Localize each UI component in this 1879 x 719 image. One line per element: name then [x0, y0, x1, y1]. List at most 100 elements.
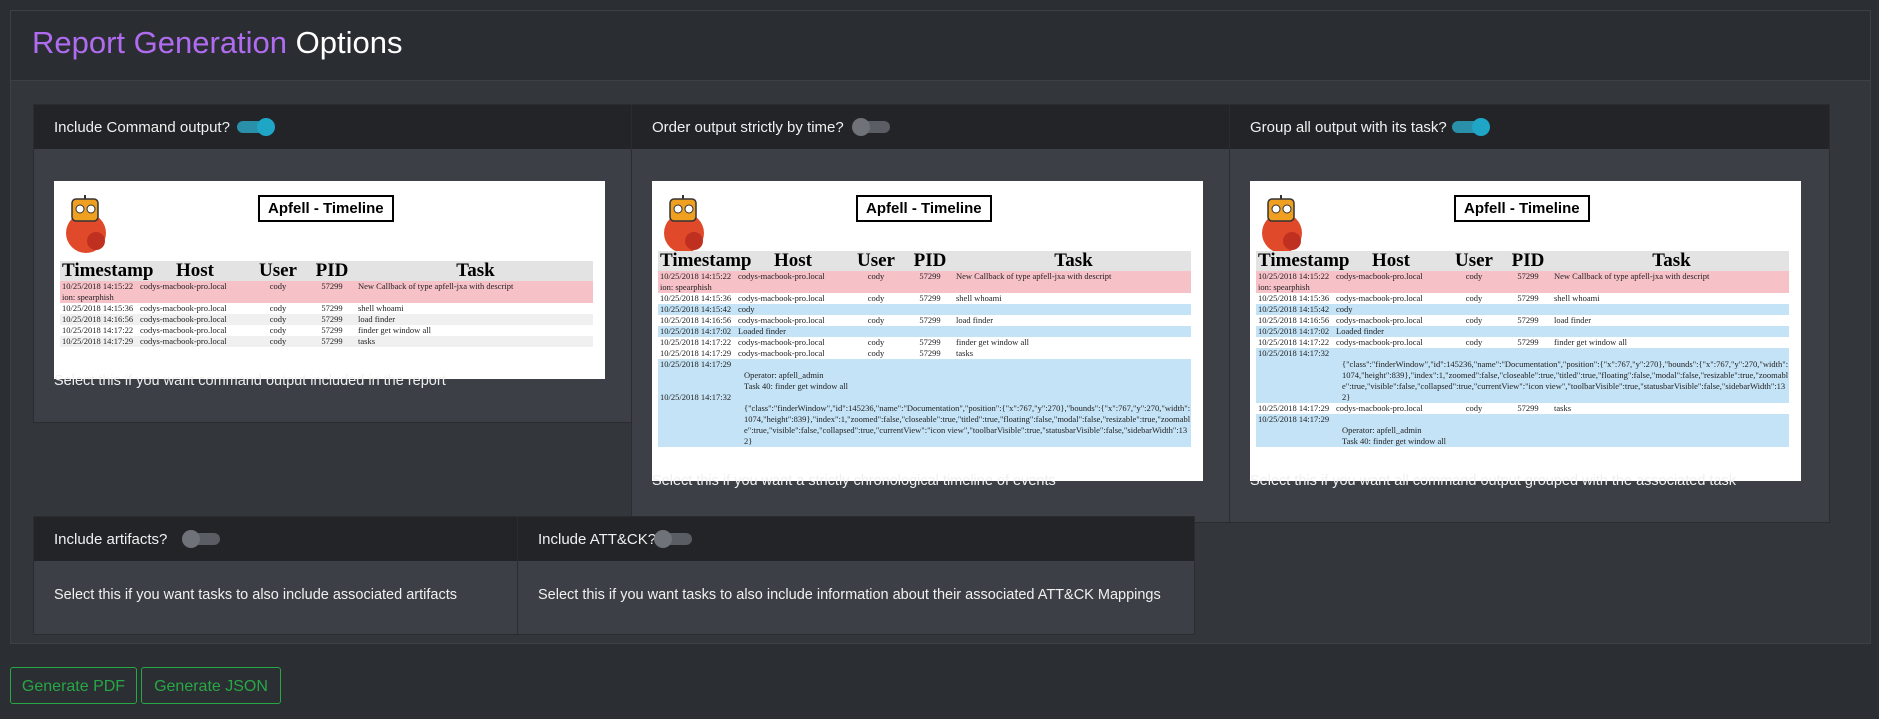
- preview-row-output: {"class":"finderWindow","id":145236,"nam…: [658, 403, 1191, 447]
- generate-json-button[interactable]: Generate JSON: [141, 667, 281, 704]
- group-output-toggle[interactable]: [1450, 116, 1490, 138]
- preview-column-header: Host: [176, 260, 214, 281]
- preview-row: 10/25/2018 14:17:32: [1256, 348, 1789, 359]
- preview-row: 10/25/2018 14:17:22 codys-macbook-pro.loc…: [1256, 337, 1789, 348]
- preview-cell: load finder: [358, 314, 396, 324]
- preview-column-header: User: [259, 260, 297, 281]
- command-output-toggle[interactable]: [235, 116, 275, 138]
- artifacts-toggle[interactable]: [182, 528, 222, 550]
- option-label: Order output strictly by time?: [652, 119, 844, 136]
- preview-cell: [956, 304, 1191, 315]
- preview-cell: 10/25/2018 14:17:29: [660, 359, 732, 369]
- preview-row: 10/25/2018 14:17:22 codys-macbook-pro.loc…: [60, 325, 593, 336]
- option-label: Group all output with its task?: [1250, 119, 1447, 136]
- order-by-time-toggle[interactable]: [852, 116, 892, 138]
- preview-cell: codys-macbook-pro.local: [738, 293, 825, 303]
- preview-cell: 10/25/2018 14:15:22: [62, 281, 134, 291]
- preview-column-header: Timestamp: [1258, 250, 1350, 271]
- preview-cell: 57299: [1517, 315, 1539, 325]
- preview-cell: 10/25/2018 14:15:36: [660, 293, 732, 303]
- option-card-group-output: Group all output with its task? Apfell -…: [1229, 104, 1830, 523]
- preview-cell: cody: [867, 337, 885, 347]
- preview-cell: shell whoami: [358, 303, 404, 313]
- preview-cell: 57299: [919, 315, 941, 325]
- preview-cell: [848, 304, 904, 315]
- preview-row: 10/25/2018 14:17:29: [658, 359, 1191, 370]
- preview-cell: 57299: [321, 336, 343, 346]
- preview-row-continuation: ion: spearphish: [658, 282, 1191, 293]
- preview-row-output: {"class":"finderWindow","id":145236,"nam…: [1256, 359, 1789, 403]
- preview-row: 10/25/2018 14:15:36 codys-macbook-pro.loc…: [1256, 293, 1789, 304]
- preview-row-output: Operator: apfell_admin Task 40: finder g…: [658, 370, 1191, 392]
- preview-cell: cody: [1465, 315, 1483, 325]
- preview-cell: cody: [269, 314, 287, 324]
- preview-column-header: PID: [913, 250, 947, 271]
- preview-cell: 10/25/2018 14:17:22: [1258, 337, 1330, 347]
- title-accent: Report Generation: [32, 25, 288, 60]
- preview-cell: 57299: [321, 281, 343, 291]
- preview-table-header: Timestamp Host User PID Task: [1256, 251, 1789, 271]
- preview-cell: finder get window all: [1554, 337, 1627, 347]
- preview-row: 10/25/2018 14:15:36 codys-macbook-pro.loc…: [658, 293, 1191, 304]
- preview-cell: cody: [1465, 403, 1483, 413]
- preview-cell: codys-macbook-pro.local: [1336, 293, 1423, 303]
- option-label: Include ATT&CK?: [538, 531, 657, 548]
- preview-column-header: PID: [315, 260, 349, 281]
- preview-cell: 57299: [321, 314, 343, 324]
- preview-cell: codys-macbook-pro.local: [140, 281, 227, 291]
- attack-toggle[interactable]: [654, 528, 694, 550]
- preview-cell: codys-macbook-pro.local: [140, 303, 227, 313]
- preview-cell: New Callback of type apfell-jxa with des…: [358, 281, 514, 291]
- preview-cell: [904, 326, 956, 337]
- group-output-preview-image: Apfell - Timeline Timestamp Host User PID Ta…: [1250, 181, 1801, 481]
- preview-column-header: Task: [1652, 251, 1691, 271]
- preview-row-continuation: ion: spearphish: [1256, 282, 1789, 293]
- generate-pdf-button[interactable]: Generate PDF: [10, 667, 137, 704]
- preview-row: 10/25/2018 14:16:56 codys-macbook-pro.loc…: [1256, 315, 1789, 326]
- preview-cell: codys-macbook-pro.local: [738, 337, 825, 347]
- preview-cell: 57299: [1517, 337, 1539, 347]
- preview-cell: finder get window all: [358, 325, 431, 335]
- option-description: Select this if you want command output i…: [54, 373, 446, 389]
- apfell-logo-icon: [664, 195, 704, 253]
- apfell-logo-icon: [66, 195, 106, 253]
- preview-cell: tasks: [956, 348, 973, 358]
- option-card-attack: Include ATT&CK? Select this if you want …: [517, 516, 1195, 635]
- preview-cell: [1554, 304, 1789, 315]
- preview-cell: [1446, 326, 1502, 337]
- preview-cell: 10/25/2018 14:15:36: [62, 303, 134, 313]
- preview-title: Apfell - Timeline: [856, 195, 992, 222]
- option-card-command-output: Include Command output? Apfell - Timelin…: [33, 104, 634, 423]
- preview-table: Timestamp Host User PID Task 10/25/2018 14:15…: [658, 251, 1191, 447]
- preview-cell: 10/25/2018 14:17:29: [1258, 403, 1330, 413]
- preview-cell: 10/25/2018 14:15:36: [1258, 293, 1330, 303]
- preview-cell: 57299: [919, 348, 941, 358]
- preview-cell: 10/25/2018 14:16:56: [62, 314, 134, 324]
- preview-column-header: User: [857, 250, 895, 271]
- preview-cell: 10/25/2018 14:15:42: [660, 304, 732, 314]
- option-description: Select this if you want tasks to also in…: [538, 587, 1161, 603]
- preview-cell: 10/25/2018 14:15:22: [1258, 271, 1330, 281]
- card-header: Order output strictly by time?: [632, 105, 1231, 149]
- preview-cell: 10/25/2018 14:17:22: [62, 325, 134, 335]
- preview-cell: shell whoami: [1554, 293, 1600, 303]
- preview-cell: tasks: [1554, 403, 1571, 413]
- option-label: Include artifacts?: [54, 531, 168, 548]
- preview-cell: 10/25/2018 14:16:56: [660, 315, 732, 325]
- preview-row: 10/25/2018 14:17:02 Loaded finder: [1256, 326, 1789, 337]
- option-description: Select this if you want a strictly chron…: [652, 473, 1056, 489]
- command-output-preview-image: Apfell - Timeline Timestamp Host User PID Ta…: [54, 181, 605, 379]
- preview-cell: [848, 326, 904, 337]
- preview-row: 10/25/2018 14:17:02 Loaded finder: [658, 326, 1191, 337]
- preview-cell: 10/25/2018 14:17:22: [660, 337, 732, 347]
- preview-cell: 57299: [1517, 293, 1539, 303]
- preview-cell: [1446, 304, 1502, 315]
- preview-cell: New Callback of type apfell-jxa with des…: [1554, 271, 1710, 281]
- option-description: Select this if you want tasks to also in…: [54, 587, 457, 603]
- preview-cell: codys-macbook-pro.local: [1336, 271, 1423, 281]
- preview-cell: cody: [1336, 304, 1353, 314]
- option-card-artifacts: Include artifacts? Select this if you wa…: [33, 516, 519, 635]
- preview-row: 10/25/2018 14:15:42 cody: [1256, 304, 1789, 315]
- preview-cell: codys-macbook-pro.local: [140, 336, 227, 346]
- preview-title: Apfell - Timeline: [258, 195, 394, 222]
